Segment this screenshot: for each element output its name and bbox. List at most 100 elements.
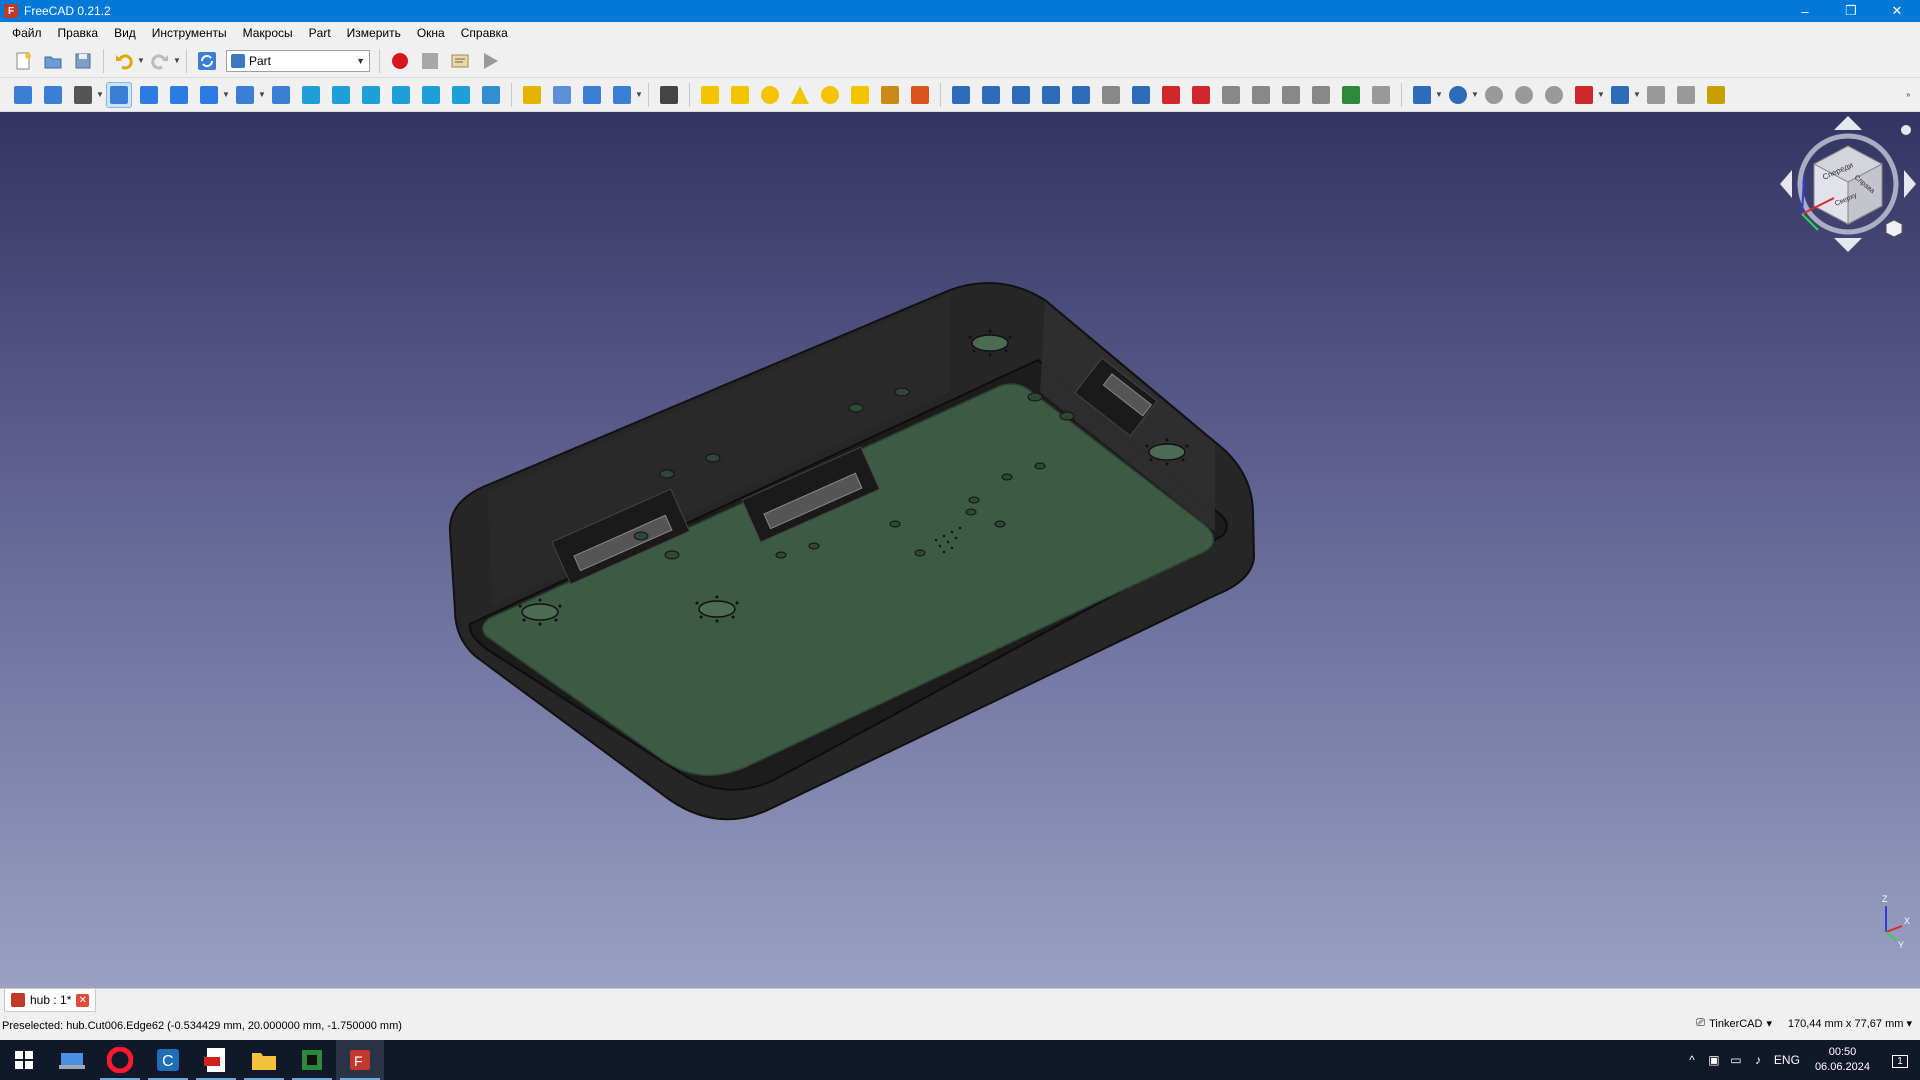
create-group-icon[interactable] [549, 82, 575, 108]
revolve-icon[interactable] [978, 82, 1004, 108]
chamfer-icon[interactable] [1068, 82, 1094, 108]
mirror-icon[interactable] [1008, 82, 1034, 108]
zoom-dropdown-icon[interactable]: ▼ [258, 90, 266, 99]
menu-windows[interactable]: Окна [409, 22, 453, 44]
menu-help[interactable]: Справка [453, 22, 516, 44]
right-icon[interactable] [358, 82, 384, 108]
measure-icon[interactable] [478, 82, 504, 108]
save-file-icon[interactable] [70, 48, 96, 74]
isometric-icon[interactable] [268, 82, 294, 108]
whats-this-icon[interactable] [656, 82, 682, 108]
bounding-box-icon[interactable] [106, 81, 132, 108]
3d-model-scene[interactable]: Спереди Справа Сверху Z X Y [0, 112, 1920, 988]
check-geometry-icon[interactable] [1643, 82, 1669, 108]
workbench-selector[interactable]: Part ▼ [226, 49, 370, 72]
taskbar-pcb-app-icon[interactable] [288, 1040, 336, 1080]
start-button[interactable] [0, 1040, 48, 1080]
rear-icon[interactable] [388, 82, 414, 108]
common-icon[interactable] [1541, 82, 1567, 108]
redo-icon[interactable] [147, 48, 173, 74]
clock[interactable]: 00:50 06.06.2024 [1815, 1045, 1870, 1075]
document-tab[interactable]: hub : 1* ✕ [4, 989, 97, 1012]
new-file-icon[interactable] [10, 48, 36, 74]
create-part-icon[interactable] [519, 82, 545, 108]
menu-part[interactable]: Part [301, 22, 339, 44]
torus-icon[interactable] [817, 82, 843, 108]
boolean-icon[interactable] [1445, 82, 1471, 108]
menu-macro[interactable]: Макросы [235, 22, 301, 44]
taskbar-opera-icon[interactable] [96, 1040, 144, 1080]
chevron-up-icon[interactable]: ^ [1681, 1053, 1703, 1067]
front-icon[interactable] [298, 82, 324, 108]
link-actions-dropdown-icon[interactable]: ▼ [635, 90, 643, 99]
camera-icon[interactable]: ▣ [1703, 1053, 1725, 1067]
join-dropdown-icon[interactable]: ▼ [1597, 90, 1605, 99]
projection-on-surface-icon[interactable] [1338, 82, 1364, 108]
close-button[interactable]: ✕ [1874, 0, 1920, 22]
3d-view[interactable]: Спереди Справа Сверху Z X Y [0, 112, 1920, 988]
back-icon[interactable] [136, 82, 162, 108]
cylinder-icon[interactable] [727, 82, 753, 108]
split-icon[interactable] [1607, 82, 1633, 108]
make-face-icon[interactable] [1098, 82, 1124, 108]
compound-dropdown-icon[interactable]: ▼ [1435, 90, 1443, 99]
edit-macro-icon[interactable] [447, 48, 473, 74]
menu-file[interactable]: Файл [4, 22, 50, 44]
loft-icon[interactable] [1158, 82, 1184, 108]
menu-edit[interactable]: Правка [50, 22, 107, 44]
section-icon[interactable] [1218, 82, 1244, 108]
extrude-icon[interactable] [948, 82, 974, 108]
cross-sections-icon[interactable] [1248, 82, 1274, 108]
undo-icon[interactable] [111, 48, 137, 74]
top-icon[interactable] [328, 82, 354, 108]
stop-macro-icon[interactable] [417, 48, 443, 74]
sync-view-icon[interactable] [196, 82, 222, 108]
shape-builder-icon[interactable] [907, 82, 933, 108]
open-file-icon[interactable] [40, 48, 66, 74]
defeaturing-icon[interactable] [1673, 82, 1699, 108]
notifications-icon[interactable]: 1 [1880, 1053, 1920, 1068]
menu-tools[interactable]: Инструменты [144, 22, 235, 44]
run-macro-icon[interactable] [477, 48, 503, 74]
offset-icon[interactable] [1278, 82, 1304, 108]
menu-measure[interactable]: Измерить [339, 22, 409, 44]
volume-icon[interactable]: ♪ [1747, 1053, 1769, 1067]
taskbar-pdf-reader-icon[interactable] [192, 1040, 240, 1080]
refresh-icon[interactable] [194, 48, 220, 74]
link-actions-icon[interactable] [609, 82, 635, 108]
thickness-icon[interactable] [1308, 82, 1334, 108]
compound-icon[interactable] [1409, 82, 1435, 108]
redo-dropdown-icon[interactable]: ▼ [173, 56, 181, 65]
record-macro-icon[interactable] [387, 48, 413, 74]
tube-icon[interactable] [847, 82, 873, 108]
left-icon[interactable] [448, 82, 474, 108]
primitives-icon[interactable] [877, 82, 903, 108]
cone-icon[interactable] [787, 82, 813, 108]
forward-icon[interactable] [166, 82, 192, 108]
taskbar-freecad-icon[interactable]: F [336, 1040, 384, 1080]
ruled-surface-icon[interactable] [1128, 82, 1154, 108]
minimize-button[interactable]: – [1782, 0, 1828, 22]
sphere-icon[interactable] [757, 82, 783, 108]
sweep-icon[interactable] [1188, 82, 1214, 108]
language-indicator[interactable]: ENG [1769, 1053, 1805, 1067]
view-dimensions[interactable]: 170,44 mm x 77,67 mm ▾ [1788, 1017, 1912, 1030]
cut-icon[interactable] [1481, 82, 1507, 108]
boolean-dropdown-icon[interactable]: ▼ [1471, 90, 1479, 99]
fuse-icon[interactable] [1511, 82, 1537, 108]
color-per-face-icon[interactable] [1703, 82, 1729, 108]
fit-all-icon[interactable] [10, 82, 36, 108]
cube-icon[interactable] [697, 82, 723, 108]
taskbar-explorer-window-icon[interactable] [48, 1040, 96, 1080]
menu-view[interactable]: Вид [106, 22, 144, 44]
navigation-style-selector[interactable]: ⎚ TinkerCAD ▾ [1696, 1017, 1772, 1030]
undo-dropdown-icon[interactable]: ▼ [137, 56, 145, 65]
network-icon[interactable]: ▭ [1725, 1053, 1747, 1067]
taskbar-c-app-icon[interactable]: C [144, 1040, 192, 1080]
attachment-icon[interactable] [1368, 82, 1394, 108]
toolbar-overflow-icon[interactable]: » [1906, 90, 1914, 99]
sync-view-dropdown-icon[interactable]: ▼ [222, 90, 230, 99]
taskbar-file-explorer-icon[interactable] [240, 1040, 288, 1080]
link-icon[interactable] [579, 82, 605, 108]
fit-selection-icon[interactable] [40, 82, 66, 108]
